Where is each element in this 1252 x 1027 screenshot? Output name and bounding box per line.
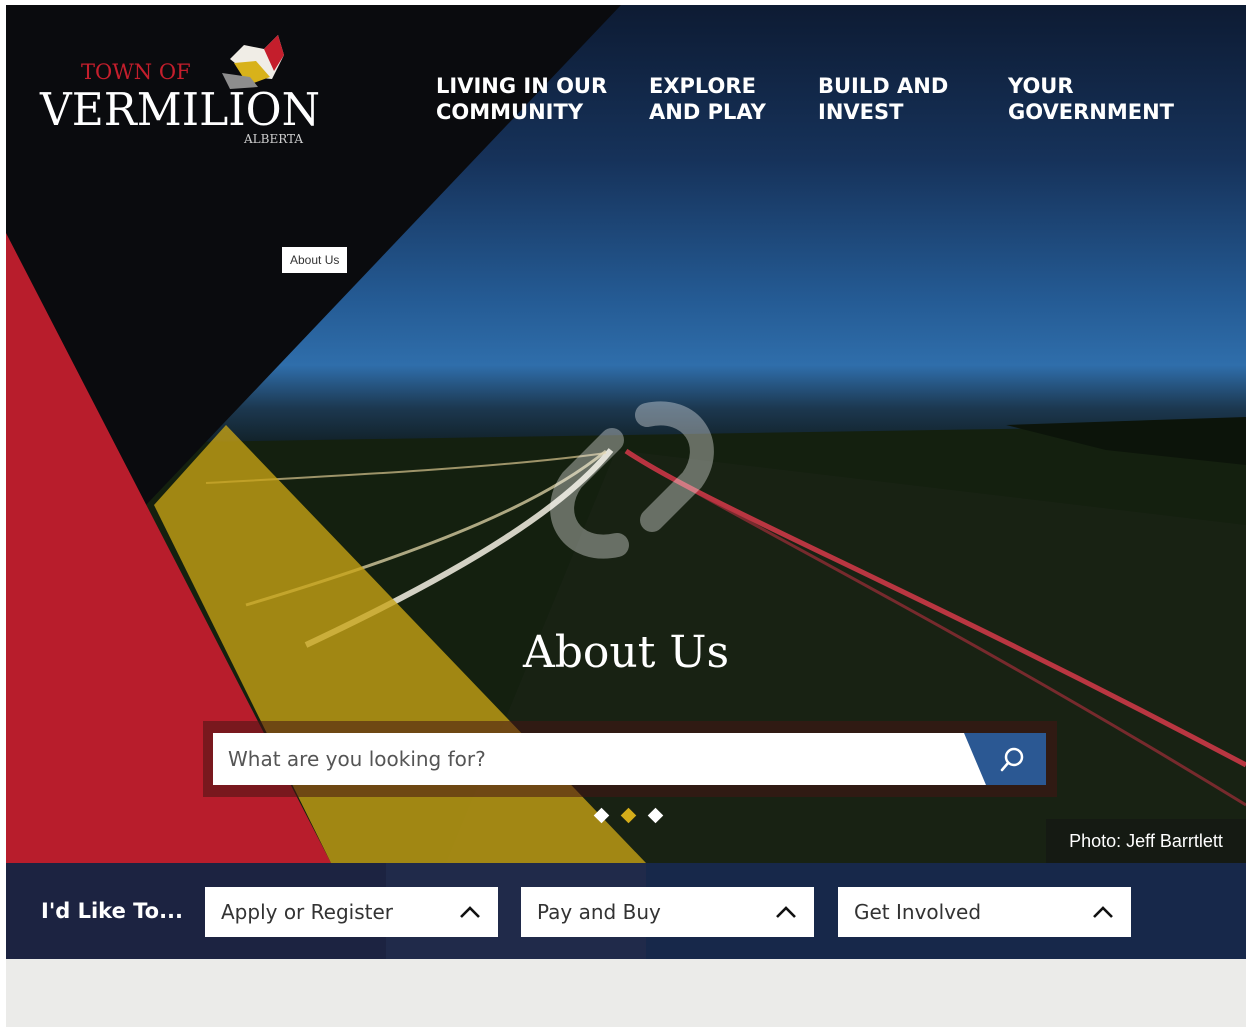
town-logo[interactable]: TOWN OF VERMILION ALBERTA: [34, 33, 334, 153]
search-button[interactable]: [964, 733, 1046, 785]
dropdown-apply-or-register[interactable]: Apply or Register: [205, 887, 498, 937]
slide-indicators: [593, 807, 664, 824]
search-bar: [213, 733, 1046, 785]
dropdown-label: Pay and Buy: [537, 900, 661, 924]
chevron-up-icon: [776, 906, 796, 918]
nav-label-line2: INVEST: [818, 100, 904, 124]
slide-dot-2-active[interactable]: [620, 807, 637, 824]
slide-dot-1[interactable]: [593, 807, 610, 824]
search-container: [203, 721, 1057, 797]
nav-label-line1: LIVING IN OUR: [436, 74, 608, 98]
page-frame: TOWN OF VERMILION ALBERTA LIVING IN OUR …: [6, 5, 1246, 1027]
nav-living-in-our-community[interactable]: LIVING IN OUR COMMUNITY: [436, 73, 607, 125]
quick-links-label: I'd Like To...: [41, 899, 184, 923]
nav-label-line2: GOVERNMENT: [1008, 100, 1175, 124]
maple-leaf-icon: [222, 35, 284, 89]
dropdown-label: Apply or Register: [221, 900, 393, 924]
nav-label-line1: BUILD AND: [818, 74, 949, 98]
logo-line2: VERMILION: [39, 83, 320, 136]
dropdown-pay-and-buy[interactable]: Pay and Buy: [521, 887, 814, 937]
logo-line3: ALBERTA: [243, 132, 303, 146]
slide-dot-3[interactable]: [647, 807, 664, 824]
photo-credit: Photo: Jeff Barrtlett: [1046, 819, 1246, 863]
breadcrumb[interactable]: About Us: [282, 247, 348, 273]
nav-explore-and-play[interactable]: EXPLORE AND PLAY: [649, 73, 766, 125]
nav-your-government[interactable]: YOUR GOVERNMENT: [1008, 73, 1174, 125]
logo-line1: TOWN OF: [81, 60, 191, 84]
nav-build-and-invest[interactable]: BUILD AND INVEST: [818, 73, 948, 125]
dropdown-get-involved[interactable]: Get Involved: [838, 887, 1131, 937]
hero-banner: TOWN OF VERMILION ALBERTA LIVING IN OUR …: [6, 5, 1246, 863]
nav-label-line1: EXPLORE: [649, 74, 756, 98]
link-watermark-icon: [550, 401, 714, 559]
dropdown-label: Get Involved: [854, 900, 982, 924]
quick-links-bar: I'd Like To... Apply or Register Pay and…: [6, 863, 1246, 959]
search-input[interactable]: [213, 733, 983, 785]
nav-label-line2: COMMUNITY: [436, 100, 584, 124]
nav-label-line1: YOUR: [1008, 74, 1074, 98]
chevron-up-icon: [1093, 906, 1113, 918]
page-title: About Us: [522, 627, 730, 678]
nav-label-line2: AND PLAY: [649, 100, 766, 124]
chevron-up-icon: [460, 906, 480, 918]
